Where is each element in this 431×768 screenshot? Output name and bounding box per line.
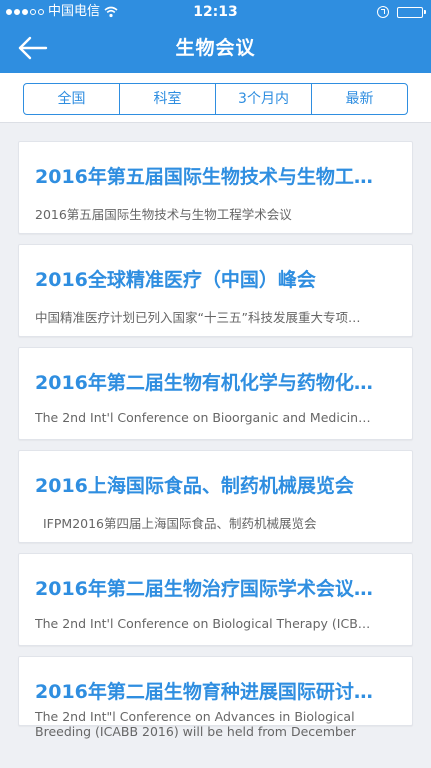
status-bar: 中国电信 12:13	[0, 0, 431, 24]
filter-latest[interactable]: 最新	[312, 84, 407, 114]
conference-summary: 中国精准医疗计划已列入国家“十三五”科技发展重大专项…	[35, 310, 361, 325]
conference-summary: 2016第五届国际生物技术与生物工程学术会议	[35, 207, 292, 222]
conference-card[interactable]: 2016年第五届国际生物技术与生物工… 2016第五届国际生物技术与生物工程学术…	[18, 141, 413, 234]
conference-title: 2016年第二届生物育种进展国际研讨…	[35, 681, 373, 703]
app-header: 中国电信 12:13 生物会议	[0, 0, 431, 73]
filter-department[interactable]: 科室	[120, 84, 216, 114]
status-right	[377, 0, 426, 24]
battery-icon	[397, 6, 426, 18]
conference-summary: The 2nd Int'l Conference on Biological T…	[35, 616, 371, 631]
conference-card[interactable]: 2016上海国际食品、制药机械展览会 IFPM2016第四届上海国际食品、制药机…	[18, 450, 413, 543]
page-title: 生物会议	[175, 37, 256, 59]
conference-card[interactable]: 2016年第二届生物治疗国际学术会议… The 2nd Int'l Confer…	[18, 553, 413, 646]
filter-time-range[interactable]: 3个月内	[216, 84, 312, 114]
conference-summary: The 2nd Int'l Conference on Bioorganic a…	[35, 410, 371, 425]
filter-region[interactable]: 全国	[24, 84, 120, 114]
nav-bar: 生物会议	[0, 24, 431, 73]
filter-bar: 全国 科室 3个月内 最新	[0, 73, 431, 123]
conference-summary: IFPM2016第四届上海国际食品、制药机械展览会	[43, 516, 317, 531]
conference-title: 2016年第二届生物治疗国际学术会议…	[35, 578, 373, 600]
conference-card[interactable]: 2016年第二届生物育种进展国际研讨… The 2nd Int"l Confer…	[18, 656, 413, 739]
rotation-lock-icon	[377, 6, 389, 18]
conference-card[interactable]: 2016全球精准医疗（中国）峰会 中国精准医疗计划已列入国家“十三五”科技发展重…	[18, 244, 413, 337]
status-time: 12:13	[193, 4, 238, 20]
conference-summary: The 2nd Int"l Conference on Advances in …	[35, 709, 356, 739]
filter-segmented-control: 全国 科室 3个月内 最新	[23, 83, 408, 115]
conference-title: 2016年第五届国际生物技术与生物工…	[35, 166, 373, 188]
conference-title: 2016上海国际食品、制药机械展览会	[35, 475, 354, 497]
conference-card[interactable]: 2016年第二届生物有机化学与药物化… The 2nd Int'l Confer…	[18, 347, 413, 440]
conference-title: 2016年第二届生物有机化学与药物化…	[35, 372, 373, 394]
conference-list: 2016年第五届国际生物技术与生物工… 2016第五届国际生物技术与生物工程学术…	[18, 141, 413, 739]
conference-title: 2016全球精准医疗（中国）峰会	[35, 269, 316, 291]
